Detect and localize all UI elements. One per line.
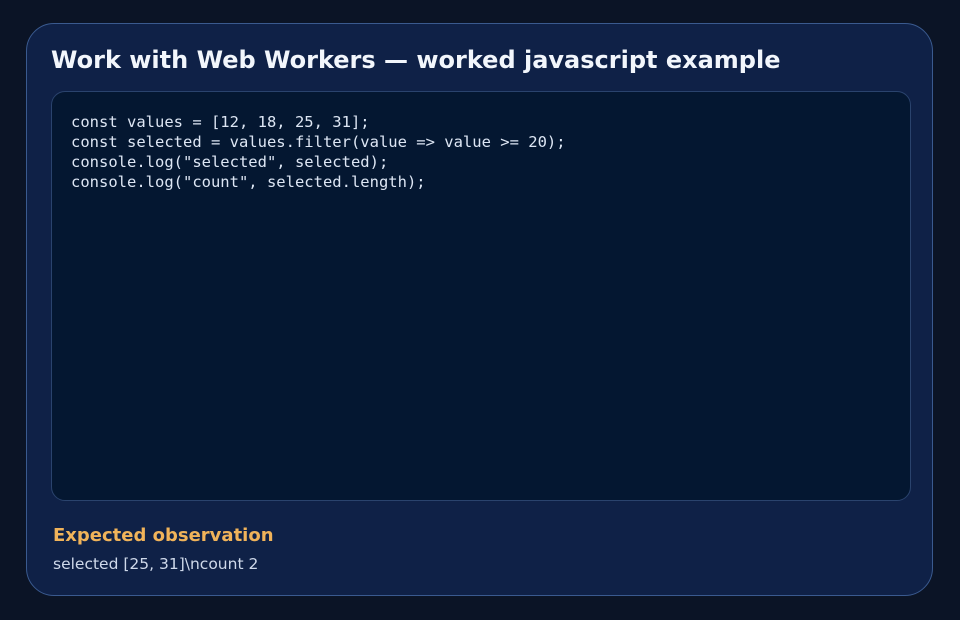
observation-heading: Expected observation [53, 525, 274, 546]
code-block[interactable]: const values = [12, 18, 25, 31]; const s… [51, 91, 911, 501]
code-line: console.log("selected", selected); [71, 153, 389, 171]
example-card: Work with Web Workers — worked javascrip… [26, 23, 933, 596]
card-title: Work with Web Workers — worked javascrip… [51, 46, 781, 74]
code-line: const selected = values.filter(value => … [71, 133, 566, 151]
code-line: console.log("count", selected.length); [71, 173, 426, 191]
observation-text: selected [25, 31]\ncount 2 [53, 555, 259, 573]
code-line: const values = [12, 18, 25, 31]; [71, 113, 370, 131]
